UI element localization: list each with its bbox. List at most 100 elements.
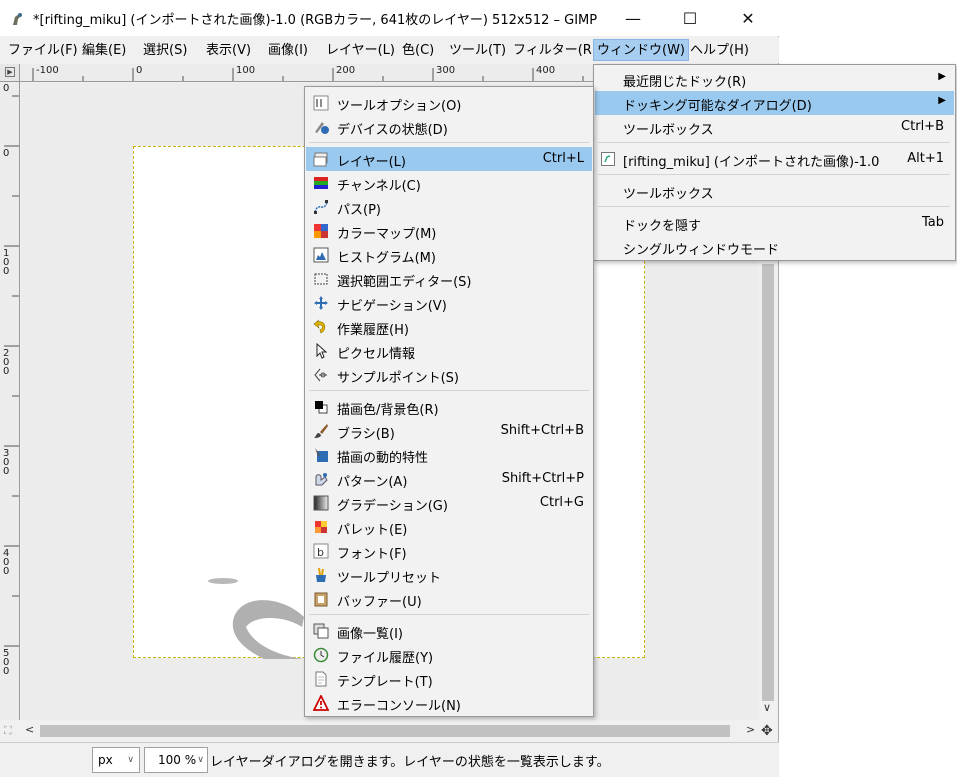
menu-item-label: 選択範囲エディター(S)	[337, 275, 472, 290]
menu-item-label: 作業履歴(H)	[337, 323, 409, 338]
scroll-right-icon[interactable]: >	[746, 723, 755, 736]
dialog-pointer-info[interactable]: ピクセル情報	[306, 339, 592, 363]
dialog-paths[interactable]: パス(P)	[306, 195, 592, 219]
status-bar: px ∨ 100 % ∨ レイヤーダイアログを開きます。レイヤーの状態を一覧表示…	[0, 742, 779, 777]
menu-image[interactable]: 画像(I)	[265, 40, 311, 62]
menu-tools[interactable]: ツール(T)	[446, 40, 509, 62]
menu-item-label: ナビゲーション(V)	[337, 299, 447, 314]
windows-menu-hide-docks[interactable]: ドックを隠す Tab	[595, 211, 954, 235]
menu-item-shortcut: Alt+1	[907, 151, 944, 166]
dialog-device-status[interactable]: デバイスの状態(D)	[306, 115, 592, 139]
dialog-tool-presets[interactable]: ツールプリセット	[306, 563, 592, 587]
menu-help[interactable]: ヘルプ(H)	[687, 40, 752, 62]
chevron-down-icon: ∨	[127, 755, 134, 765]
brush-icon	[314, 424, 328, 438]
dialog-images[interactable]: 画像一覧(I)	[306, 619, 592, 643]
ruler-label: 300	[436, 65, 456, 76]
windows-menu-image-window[interactable]: [rifting_miku] (インポートされた画像)-1.0 Alt+1	[595, 147, 954, 171]
gradients-icon	[313, 495, 329, 511]
windows-menu-single-window-mode[interactable]: シングルウィンドウモード	[595, 235, 954, 259]
menu-item-label: チャンネル(C)	[337, 179, 421, 194]
vertical-ruler[interactable]: 0 0 100 200 300 400 500	[0, 82, 20, 720]
dialog-gradients[interactable]: グラデーション(G) Ctrl+G	[306, 491, 592, 515]
dialog-layers[interactable]: レイヤー(L) Ctrl+L	[306, 147, 592, 171]
histogram-icon	[313, 247, 329, 263]
menu-view[interactable]: 表示(V)	[203, 40, 254, 62]
navigation-icon	[314, 296, 328, 310]
menu-edit[interactable]: 編集(E)	[79, 40, 129, 62]
zoom-value: 100 %	[158, 753, 197, 767]
dialog-undo-history[interactable]: 作業履歴(H)	[306, 315, 592, 339]
dialog-document-history[interactable]: ファイル履歴(Y)	[306, 643, 592, 667]
menu-item-label: ツールプリセット	[337, 571, 442, 586]
pointer-icon	[316, 343, 328, 359]
navigate-icon[interactable]: ✥	[761, 723, 773, 739]
ruler-label: 0	[3, 148, 10, 159]
dialog-colormap[interactable]: カラーマップ(M)	[306, 219, 592, 243]
dialog-selection-editor[interactable]: 選択範囲エディター(S)	[306, 267, 592, 291]
zoom-to-fit-icon[interactable]: ⛶	[4, 724, 12, 738]
dialog-histogram[interactable]: ヒストグラム(M)	[306, 243, 592, 267]
menu-item-label: ツールボックス	[623, 187, 714, 202]
menu-item-label: ツールオプション(O)	[337, 99, 462, 114]
windows-menu-dockable-dialogs[interactable]: ドッキング可能なダイアログ(D) ▶	[595, 91, 954, 115]
status-message: レイヤーダイアログを開きます。レイヤーの状態を一覧表示します。	[210, 755, 610, 770]
chevron-down-icon: ∨	[197, 755, 204, 765]
title-bar[interactable]: *[rifting_miku] (インポートされた画像)-1.0 (RGBカラー…	[0, 0, 779, 36]
minimize-button[interactable]: —	[604, 0, 662, 36]
tool-presets-icon	[316, 567, 326, 582]
dialog-patterns[interactable]: パターン(A) Shift+Ctrl+P	[306, 467, 592, 491]
ruler-label: 100	[3, 248, 10, 277]
vertical-scroll-thumb[interactable]	[762, 264, 774, 701]
menu-item-label: パス(P)	[337, 203, 381, 218]
submenu-arrow-icon: ▶	[938, 95, 946, 106]
warning-icon	[313, 695, 329, 711]
menu-file[interactable]: ファイル(F)	[5, 40, 81, 62]
horizontal-scroll-thumb[interactable]	[40, 725, 730, 737]
tool-options-icon	[313, 95, 329, 111]
menu-item-label: ツールボックス	[623, 123, 714, 138]
menu-filters[interactable]: フィルター(R)	[510, 40, 600, 62]
menu-item-label: グラデーション(G)	[337, 499, 448, 514]
scroll-down-icon[interactable]: ∨	[763, 701, 771, 714]
unit-selector[interactable]: px ∨	[92, 747, 140, 773]
menu-item-label: ピクセル情報	[337, 347, 416, 362]
menu-item-label: テンプレート(T)	[337, 675, 433, 690]
dialog-brushes[interactable]: ブラシ(B) Shift+Ctrl+B	[306, 419, 592, 443]
menu-item-label: パレット(E)	[337, 523, 408, 538]
menu-colors[interactable]: 色(C)	[399, 40, 437, 62]
close-button[interactable]: ✕	[719, 0, 777, 36]
dialog-templates[interactable]: テンプレート(T)	[306, 667, 592, 691]
zoom-selector[interactable]: 100 % ∨	[144, 747, 208, 773]
windows-menu-recent-docks[interactable]: 最近閉じたドック(R) ▶	[595, 67, 954, 91]
dialog-channels[interactable]: チャンネル(C)	[306, 171, 592, 195]
quick-mask-toggle[interactable]: ▶	[0, 64, 20, 82]
menu-item-label: 描画色/背景色(R)	[337, 403, 439, 418]
ruler-label: 400	[3, 548, 10, 577]
maximize-button[interactable]: ☐	[661, 0, 719, 36]
dialog-buffers[interactable]: バッファー(U)	[306, 587, 592, 611]
windows-menu-toolbox[interactable]: ツールボックス Ctrl+B	[595, 115, 954, 139]
menu-item-label: レイヤー(L)	[337, 155, 406, 170]
dialog-fonts[interactable]: b フォント(F)	[306, 539, 592, 563]
menu-windows[interactable]: ウィンドウ(W)	[593, 39, 689, 61]
windows-menu-toolbox-2[interactable]: ツールボックス	[595, 179, 954, 203]
dockable-dialogs-menu: ツールオプション(O) デバイスの状態(D) レイヤー(L) Ctrl+L チャ…	[304, 86, 594, 717]
dialog-error-console[interactable]: エラーコンソール(N)	[306, 691, 592, 715]
patterns-icon	[315, 473, 328, 486]
menu-layer[interactable]: レイヤー(L)	[323, 40, 398, 62]
menu-item-label: ファイル履歴(Y)	[337, 651, 434, 666]
dialog-sample-points[interactable]: サンプルポイント(S)	[306, 363, 592, 387]
menu-separator	[598, 142, 950, 143]
svg-text:b: b	[317, 546, 324, 559]
horizontal-scrollbar[interactable]: < >	[20, 721, 758, 741]
dialog-tool-options[interactable]: ツールオプション(O)	[306, 91, 592, 115]
dialog-navigation[interactable]: ナビゲーション(V)	[306, 291, 592, 315]
menu-select[interactable]: 選択(S)	[140, 40, 190, 62]
dialog-palettes[interactable]: パレット(E)	[306, 515, 592, 539]
dialog-fg-bg-colors[interactable]: 描画色/背景色(R)	[306, 395, 592, 419]
dialog-paint-dynamics[interactable]: 描画の動的特性	[306, 443, 592, 467]
menu-item-shortcut: Shift+Ctrl+B	[500, 423, 584, 438]
scroll-left-icon[interactable]: <	[25, 723, 34, 736]
menu-item-label: デバイスの状態(D)	[337, 123, 448, 138]
